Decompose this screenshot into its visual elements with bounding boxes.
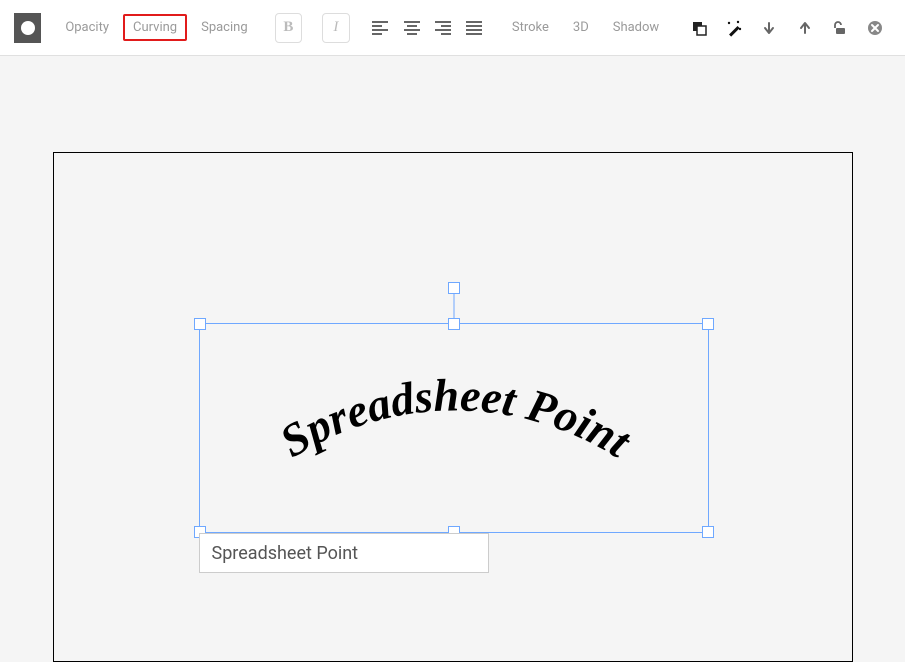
opacity-button[interactable]: Opacity	[55, 14, 119, 41]
align-left-icon	[372, 21, 388, 35]
align-left-button[interactable]	[367, 13, 394, 43]
align-justify-icon	[466, 21, 482, 35]
italic-icon: I	[333, 19, 338, 36]
shadow-button[interactable]: Shadow	[603, 14, 669, 41]
three-d-button[interactable]: 3D	[563, 14, 599, 41]
canvas-area: Spreadsheet Point Spreadsheet Point	[0, 56, 905, 601]
circle-icon	[21, 21, 35, 35]
selection-box[interactable]: Spreadsheet Point	[199, 323, 709, 533]
align-center-button[interactable]	[398, 13, 425, 43]
curved-text-element[interactable]: Spreadsheet Point	[200, 324, 710, 534]
bold-icon: B	[283, 19, 293, 36]
bring-forward-button[interactable]	[791, 13, 818, 43]
unlock-icon	[832, 20, 848, 36]
spacing-button[interactable]: Spacing	[191, 14, 258, 41]
stroke-button[interactable]: Stroke	[502, 14, 559, 41]
color-picker-swatch[interactable]	[14, 13, 41, 43]
align-right-button[interactable]	[429, 13, 456, 43]
curved-text-content: Spreadsheet Point	[271, 369, 640, 467]
close-circle-icon	[867, 20, 883, 36]
delete-button[interactable]	[862, 13, 889, 43]
arrow-down-icon	[762, 21, 776, 35]
magic-wand-icon	[725, 19, 743, 37]
arrow-up-icon	[798, 21, 812, 35]
text-edit-input[interactable]: Spreadsheet Point	[199, 533, 489, 573]
artboard[interactable]: Spreadsheet Point Spreadsheet Point	[53, 152, 853, 662]
align-right-icon	[435, 21, 451, 35]
toolbar: Opacity Curving Spacing B I	[0, 0, 905, 56]
effects-button[interactable]	[721, 13, 748, 43]
align-center-icon	[404, 21, 420, 35]
curving-button[interactable]: Curving	[123, 14, 187, 41]
align-justify-button[interactable]	[461, 13, 488, 43]
lock-button[interactable]	[826, 13, 853, 43]
svg-text:Spreadsheet Point: Spreadsheet Point	[271, 369, 640, 467]
italic-button[interactable]: I	[322, 13, 349, 43]
text-edit-value: Spreadsheet Point	[212, 543, 359, 564]
bold-button[interactable]: B	[275, 13, 302, 43]
rotation-handle[interactable]	[448, 282, 460, 294]
duplicate-button[interactable]	[685, 13, 712, 43]
send-backward-button[interactable]	[756, 13, 783, 43]
duplicate-icon	[691, 20, 707, 36]
